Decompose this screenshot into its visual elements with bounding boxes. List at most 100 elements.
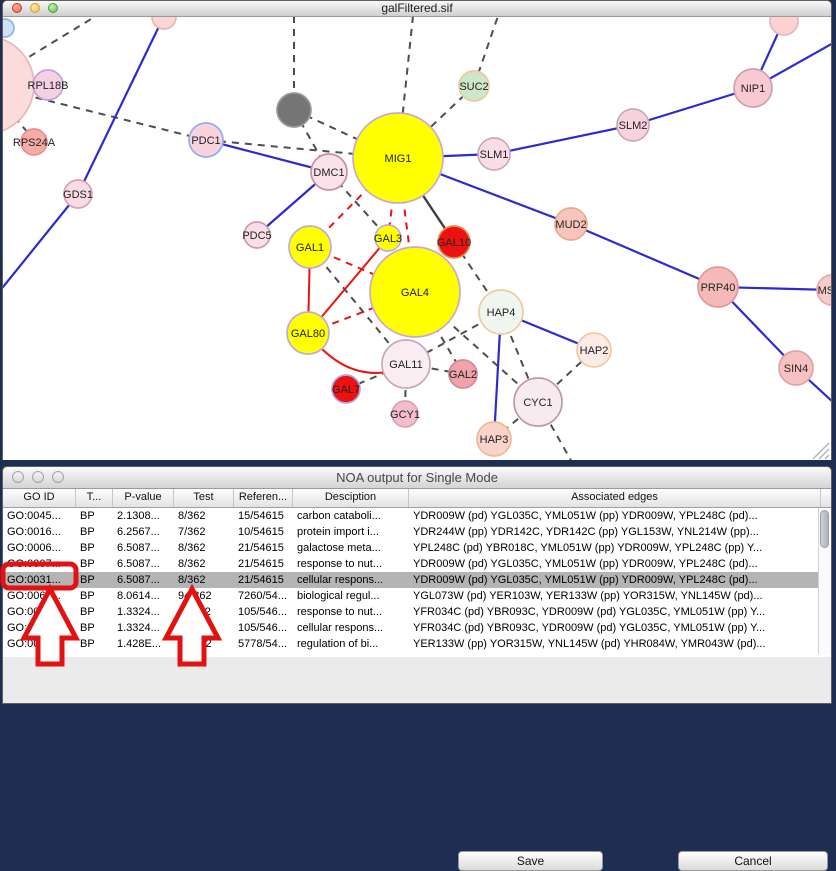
node-GCY1[interactable] (392, 401, 418, 427)
edge-blue[interactable] (571, 224, 718, 287)
vertical-scrollbar[interactable] (818, 508, 831, 654)
network-canvas[interactable]: RPL18BRPS24AGDS1PDC1MIG1DMC1SUC2SLM1SLM2… (3, 17, 831, 460)
graph-window: galFiltered.sif RPL18BRPS24AGDS1PDC1MIG1… (2, 0, 832, 460)
table-cell: carbon cataboli... (293, 510, 409, 522)
table-cell: 6.5087... (113, 558, 174, 570)
node-HAP4[interactable] (479, 290, 523, 334)
node-PRP40[interactable] (698, 267, 738, 307)
column-header[interactable]: Desciption (293, 489, 409, 507)
node-NIP1[interactable] (734, 69, 772, 107)
node-GAL10[interactable] (438, 226, 470, 258)
table-cell: YDR244W (pp) YDR142C, YDR142C (pp) YGL15… (409, 526, 821, 538)
table-cell: YGL073W (pd) YER103W, YER133W (pp) YOR31… (409, 590, 821, 602)
table-cell: GO:0045... (3, 510, 76, 522)
table-row[interactable]: GO:0006...BP6.5087...8/36221/54615galact… (3, 540, 831, 556)
noa-window-titlebar[interactable]: NOA output for Single Mode (3, 467, 831, 489)
table-cell: GO:0031... (3, 574, 76, 586)
table-cell: 8/362 (174, 510, 234, 522)
node-unnamed-topright[interactable] (770, 17, 798, 35)
resize-grip[interactable] (813, 443, 829, 459)
table-cell: YDR009W (pd) YGL035C, YML051W (pp) YDR00… (409, 574, 821, 586)
column-header[interactable]: P-value (113, 489, 174, 507)
table-cell: 15/54615 (234, 510, 293, 522)
node-SUC2[interactable] (459, 71, 489, 101)
table-cell: GO:0031... (3, 622, 76, 634)
node-unnamed-top[interactable] (152, 17, 176, 29)
column-header[interactable]: GO ID (3, 489, 76, 507)
scrollbar-thumb[interactable] (820, 510, 829, 548)
table-cell: cellular respons... (293, 574, 409, 586)
edge-blue[interactable] (78, 17, 164, 194)
table-cell: YDR009W (pd) YGL035C, YML051W (pp) YDR00… (409, 510, 821, 522)
column-header[interactable]: Referen... (234, 489, 293, 507)
node-SIN4[interactable] (779, 351, 813, 385)
node-GDS1[interactable] (64, 180, 92, 208)
table-cell: 8/362 (174, 542, 234, 554)
table-cell: 8.0614... (113, 590, 174, 602)
node-MSL1[interactable] (817, 275, 831, 305)
node-unnamed-left[interactable] (3, 36, 34, 134)
table-cell: 8/362 (174, 558, 234, 570)
table-row[interactable]: GO:0031...BP1.3324...11/362105/546...res… (3, 604, 831, 620)
cancel-button[interactable]: Cancel (678, 851, 828, 871)
table-cell: YPL248C (pd) YBR018C, YML051W (pp) YDR00… (409, 542, 821, 554)
node-HAP3[interactable] (477, 422, 511, 456)
table-row[interactable]: GO:0031...BP1.3324...11/362105/546...cel… (3, 620, 831, 636)
node-SLM2[interactable] (617, 109, 649, 141)
table-row[interactable]: GO:0065...BP8.0614...94/3627260/54...bio… (3, 588, 831, 604)
table-cell: 105/546... (234, 622, 293, 634)
node-CYC1[interactable] (514, 378, 562, 426)
table-cell: regulation of bi... (293, 638, 409, 650)
node-RPS24A[interactable] (21, 129, 47, 155)
save-button[interactable]: Save (458, 851, 603, 871)
node-PDC1[interactable] (189, 123, 223, 157)
node-unnamed-gray[interactable] (277, 93, 311, 127)
node-GAL3[interactable] (375, 225, 401, 251)
node-GAL80[interactable] (287, 312, 329, 354)
table-cell: YER133W (pp) YOR315W, YNL145W (pd) YHR08… (409, 638, 821, 650)
node-RPL18B[interactable] (33, 70, 63, 100)
column-header[interactable]: Associated edges (409, 489, 821, 507)
node-PDC5[interactable] (244, 222, 270, 248)
graph-window-titlebar[interactable]: galFiltered.sif (3, 1, 831, 17)
table-row[interactable]: GO:0045...BP2.1308...8/36215/54615carbon… (3, 508, 831, 524)
table-cell: cellular respons... (293, 622, 409, 634)
node-SLM1[interactable] (478, 138, 510, 170)
edge-blue[interactable] (206, 140, 329, 172)
table-row[interactable]: GO:0031...BP6.5087...8/36221/54615cellul… (3, 572, 831, 588)
table-cell: 1.3324... (113, 622, 174, 634)
node-HAP2[interactable] (577, 333, 611, 367)
table-cell: GO:0065... (3, 590, 76, 602)
table-cell: YFR034C (pd) YBR093C, YDR009W (pd) YGL03… (409, 622, 821, 634)
node-GAL2[interactable] (449, 360, 477, 388)
node-GAL7[interactable] (332, 375, 360, 403)
table-cell: 5778/54... (234, 638, 293, 650)
table-cell: 21/54615 (234, 558, 293, 570)
node-GAL11[interactable] (382, 340, 430, 388)
table-cell: 2.1308... (113, 510, 174, 522)
table-cell: 10/54615 (234, 526, 293, 538)
table-cell: GO:0016... (3, 526, 76, 538)
node-unnamed-corner[interactable] (3, 19, 14, 37)
table-row[interactable]: GO:0007...BP6.5087...8/36221/54615respon… (3, 556, 831, 572)
edge-blue[interactable] (494, 125, 633, 154)
table-cell: YDR009W (pd) YGL035C, YML051W (pp) YDR00… (409, 558, 821, 570)
table-cell: 11/362 (174, 606, 234, 618)
table-cell: 6.5087... (113, 542, 174, 554)
table-cell: 80/362 (174, 638, 234, 650)
column-header[interactable]: Test (174, 489, 234, 507)
table-cell: 105/546... (234, 606, 293, 618)
table-cell: 6.2567... (113, 526, 174, 538)
node-DMC1[interactable] (311, 154, 347, 190)
column-header[interactable]: T... (76, 489, 113, 507)
table-row[interactable]: GO:0050...BP1.428E...80/3625778/54...reg… (3, 636, 831, 652)
table-header-row: GO IDT...P-valueTestReferen...Desciption… (3, 489, 831, 508)
node-GAL4[interactable] (370, 247, 460, 337)
noa-window-title: NOA output for Single Mode (3, 467, 831, 488)
node-MIG1[interactable] (353, 113, 443, 203)
edge-blue[interactable] (3, 194, 78, 292)
table-cell: 1.3324... (113, 606, 174, 618)
node-GAL1[interactable] (289, 226, 331, 268)
table-row[interactable]: GO:0016...BP6.2567...7/36210/54615protei… (3, 524, 831, 540)
node-MUD2[interactable] (555, 208, 587, 240)
